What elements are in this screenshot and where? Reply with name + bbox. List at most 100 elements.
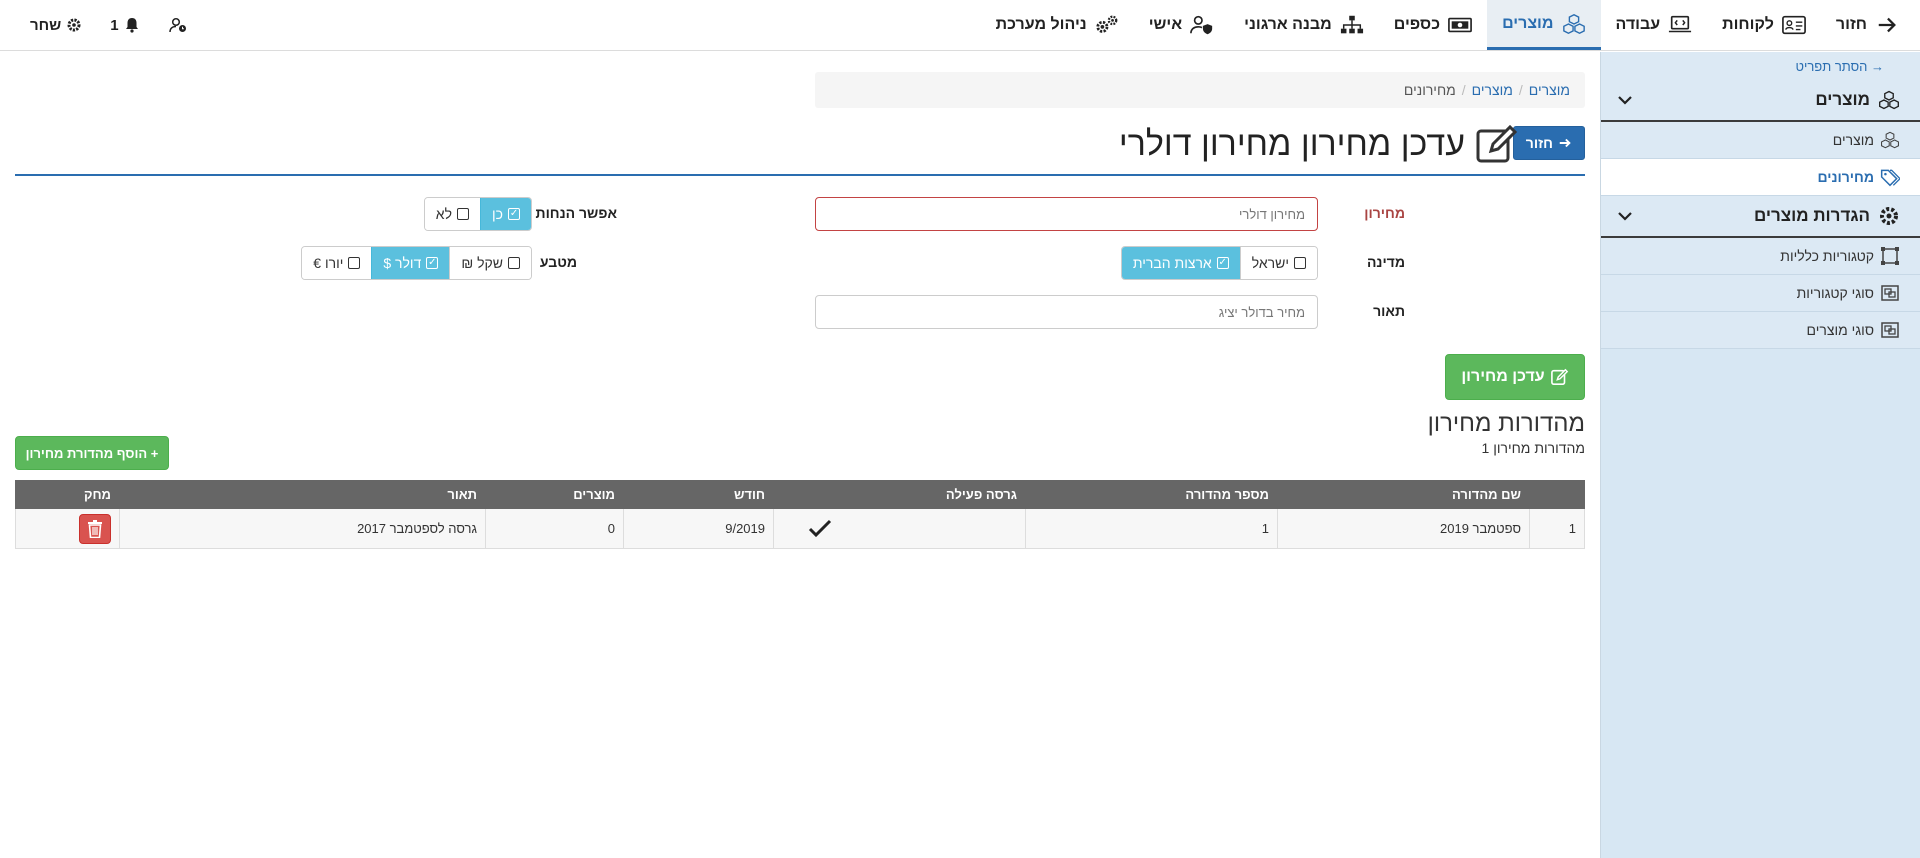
- hide-menu-label: → הסתר תפריט: [1795, 58, 1884, 74]
- arrow-right-icon: [1878, 17, 1896, 33]
- nav-system-admin[interactable]: ניהול מערכת: [981, 0, 1134, 50]
- sidebar-item-category-types[interactable]: סוגי קטגוריות: [1601, 275, 1920, 312]
- page-header: חזור עדכן מחירון מחירון דולרי: [15, 124, 1585, 176]
- versions-table: שם מהדורה מספר מהדורה גרסה פעילה חודש מו…: [15, 480, 1585, 549]
- allow-discounts-no[interactable]: לא: [424, 198, 480, 230]
- sidebar-item-label: מוצרים: [1832, 132, 1874, 148]
- user-status-button[interactable]: [154, 17, 202, 33]
- column-header: מוצרים: [485, 480, 624, 509]
- update-pricelist-label: עדכן מחירון: [1461, 368, 1545, 385]
- notifications-button[interactable]: 1: [96, 17, 153, 34]
- back-button[interactable]: חזור: [1512, 126, 1585, 160]
- version-month: 9/2019: [623, 508, 774, 549]
- vector-square-icon: [1881, 247, 1899, 265]
- edit-icon: [1476, 124, 1518, 163]
- allow-discounts-yes[interactable]: ✓ כן: [480, 198, 531, 230]
- country-option-usa[interactable]: ✓ ארצות הברית: [1121, 247, 1240, 279]
- cubes-icon: [1562, 13, 1585, 34]
- sidebar-section-product-settings[interactable]: הגדרות מוצרים: [1601, 196, 1920, 238]
- sidebar-item-label: מחירונים: [1817, 169, 1874, 185]
- trash-icon: [88, 519, 102, 538]
- cubes-icon: [1881, 131, 1899, 149]
- nav-org-structure[interactable]: מבנה ארגוני: [1229, 0, 1379, 50]
- breadcrumb-current: מחירונים: [1403, 82, 1456, 98]
- laptop-code-icon: [1669, 15, 1692, 33]
- option-label: לא: [435, 206, 452, 222]
- column-header: מחק: [15, 480, 120, 509]
- version-name: ספטמבר 2019: [1277, 508, 1530, 549]
- sidebar-item-label: סוגי מוצרים: [1806, 322, 1874, 338]
- delete-cell: [15, 508, 120, 549]
- sidebar-item-product-types[interactable]: סוגי מוצרים: [1601, 312, 1920, 349]
- currency-option-dollar[interactable]: ✓ דולר $: [371, 247, 450, 279]
- breadcrumb: מוצרים / מוצרים / מחירונים: [815, 72, 1585, 108]
- page-title: עדכן מחירון מחירון דולרי: [1119, 124, 1519, 164]
- nav-org-structure-label: מבנה ארגוני: [1244, 16, 1332, 33]
- nav-products[interactable]: מוצרים: [1487, 0, 1601, 50]
- add-version-button[interactable]: + הוסף מהדורת מחירון: [15, 436, 169, 470]
- sidebar-section-products[interactable]: מוצרים: [1601, 80, 1920, 122]
- active-version-cell: [773, 508, 1026, 549]
- nav-back[interactable]: חזור: [1821, 0, 1914, 50]
- description-label: תאור: [1373, 303, 1405, 319]
- currency-option-euro[interactable]: יורו €: [302, 247, 372, 279]
- update-pricelist-button[interactable]: עדכן מחירון: [1445, 354, 1585, 400]
- nav-customers[interactable]: לקוחות: [1707, 0, 1821, 50]
- nav-finance[interactable]: כספים: [1379, 0, 1487, 50]
- row-index: 1: [1529, 508, 1585, 549]
- description-input[interactable]: מחיר בדולר יציג: [815, 295, 1318, 329]
- nav-system-admin-label: ניהול מערכת: [995, 16, 1087, 33]
- version-description: גרסה לספטמבר 2017: [119, 508, 486, 549]
- breadcrumb-link[interactable]: מוצרים: [1529, 82, 1570, 98]
- checkbox-checked-icon: ✓: [426, 257, 439, 269]
- delete-button[interactable]: [79, 513, 111, 544]
- column-header: [1529, 480, 1585, 509]
- user-clock-icon: [168, 17, 186, 33]
- version-number: 1: [1025, 508, 1278, 549]
- object-group-icon: [1881, 285, 1899, 301]
- checkbox-icon: [1294, 257, 1306, 269]
- breadcrumb-link[interactable]: מוצרים: [1472, 82, 1513, 98]
- currency-option-shekel[interactable]: שקל ₪: [449, 247, 531, 279]
- org-chart-icon: [1340, 15, 1363, 34]
- nav-customers-label: לקוחות: [1722, 16, 1774, 33]
- cubes-icon: [1879, 90, 1899, 110]
- sidebar-item-general-categories[interactable]: קטגוריות כלליות: [1601, 238, 1920, 275]
- nav-products-label: מוצרים: [1502, 14, 1554, 32]
- checkbox-checked-icon: ✓: [1216, 257, 1229, 269]
- hide-menu-link[interactable]: → הסתר תפריט: [1601, 52, 1920, 80]
- option-label: כן: [492, 206, 503, 222]
- checkbox-icon: [348, 257, 361, 269]
- breadcrumb-separator: /: [1518, 82, 1523, 98]
- user-menu[interactable]: שחר: [0, 17, 96, 34]
- nav-back-label: חזור: [1835, 16, 1867, 33]
- sidebar: → הסתר תפריט מוצרים מוצרים מחירונים הגדר…: [1600, 52, 1920, 858]
- pricelist-name-input[interactable]: מחירון דולרי: [815, 197, 1318, 231]
- allow-discounts-label: אפשר הנחות: [535, 205, 617, 221]
- column-header: מספר מהדורה: [1025, 480, 1278, 509]
- checkbox-icon: [457, 208, 469, 220]
- sidebar-item-label: סוגי קטגוריות: [1796, 285, 1874, 301]
- country-label: מדינה: [1366, 254, 1405, 270]
- table-row[interactable]: 1 ספטמבר 2019 1 9/2019 0 גרסה לספטמבר 20…: [15, 508, 1585, 549]
- option-label: יורו €: [313, 255, 344, 271]
- country-option-israel[interactable]: ישראל: [1239, 247, 1317, 279]
- column-header: תאור: [119, 480, 486, 509]
- gear-icon: [1880, 207, 1898, 225]
- option-label: ארצות הברית: [1132, 255, 1212, 271]
- nav-work[interactable]: עבודה: [1601, 0, 1708, 50]
- option-label: ישראל: [1251, 255, 1289, 271]
- option-label: שקל ₪: [461, 255, 503, 271]
- sidebar-item-pricelists[interactable]: מחירונים: [1601, 159, 1920, 196]
- sidebar-item-products[interactable]: מוצרים: [1601, 122, 1920, 159]
- object-group-icon: [1881, 322, 1899, 338]
- bell-icon: [125, 18, 138, 33]
- chevron-down-icon: [1618, 212, 1632, 221]
- sidebar-item-label: קטגוריות כלליות: [1780, 248, 1874, 264]
- pricelist-label: מחירון: [1364, 205, 1405, 221]
- nav-personal[interactable]: אישי: [1134, 0, 1229, 50]
- versions-title: מהדורות מחירון: [1427, 410, 1585, 437]
- gear-icon: [67, 18, 81, 32]
- top-navbar: חזור לקוחות עבודה מוצרים כספים מבנה ארגו…: [0, 0, 1920, 51]
- checkmark-icon: [808, 519, 831, 537]
